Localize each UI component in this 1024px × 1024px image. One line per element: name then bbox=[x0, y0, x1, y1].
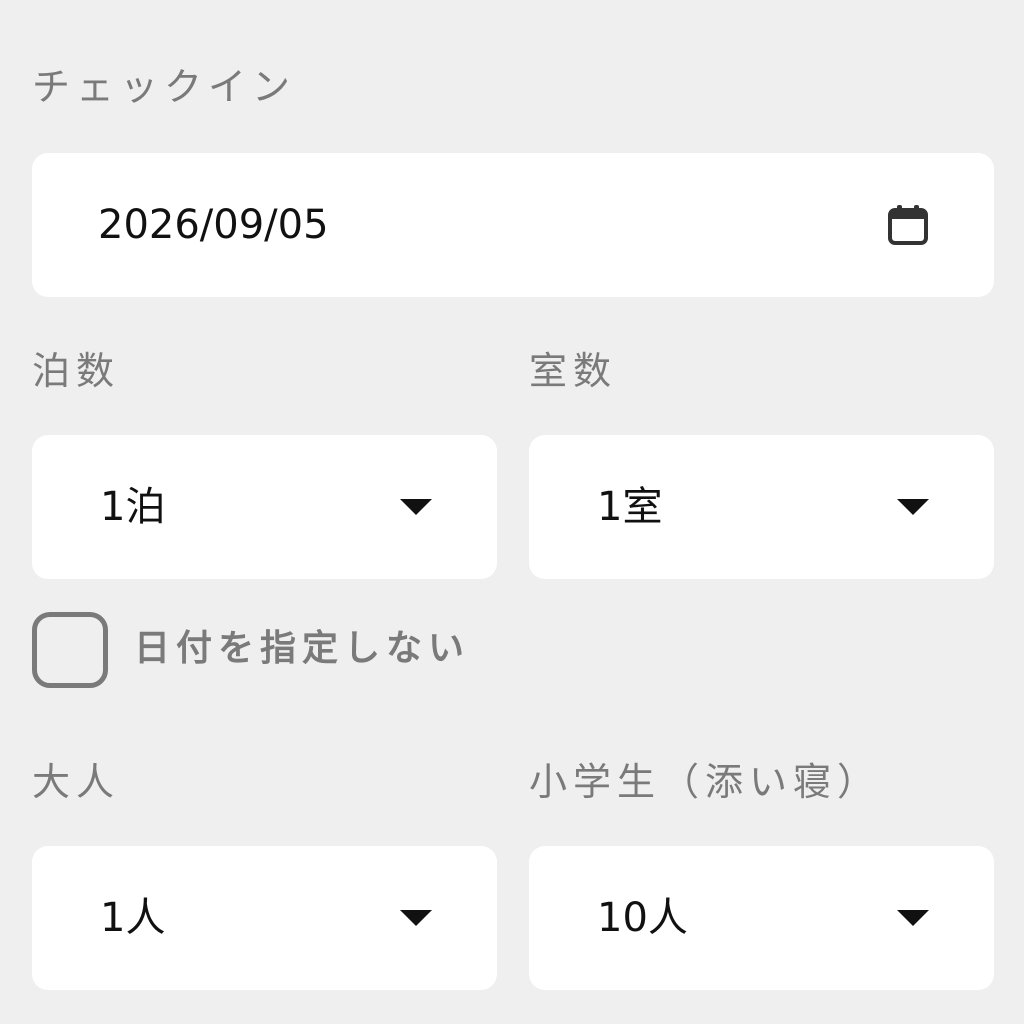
children-select[interactable]: 10人 bbox=[529, 846, 994, 990]
nights-selected-value: 1泊 bbox=[100, 484, 166, 530]
nights-select[interactable]: 1泊 bbox=[32, 435, 497, 579]
checkin-label: チェックイン bbox=[32, 65, 297, 109]
adults-label: 大人 bbox=[32, 760, 121, 804]
chevron-down-icon bbox=[897, 910, 929, 926]
rooms-select[interactable]: 1室 bbox=[529, 435, 994, 579]
checkin-date-field[interactable]: 2026/09/05 bbox=[32, 153, 994, 297]
adults-selected-value: 1人 bbox=[100, 895, 166, 941]
checkin-date-value: 2026/09/05 bbox=[98, 202, 329, 248]
adults-select[interactable]: 1人 bbox=[32, 846, 497, 990]
booking-form: チェックイン 2026/09/05 泊数 1泊 室数 1室 日付を指定しない 大… bbox=[0, 0, 1024, 1024]
no-date-checkbox[interactable] bbox=[32, 612, 108, 688]
chevron-down-icon bbox=[897, 499, 929, 515]
rooms-selected-value: 1室 bbox=[597, 484, 663, 530]
calendar-icon[interactable] bbox=[886, 203, 930, 247]
chevron-down-icon bbox=[400, 910, 432, 926]
nights-label: 泊数 bbox=[32, 349, 121, 393]
no-date-checkbox-label[interactable]: 日付を指定しない bbox=[134, 631, 470, 667]
chevron-down-icon bbox=[400, 499, 432, 515]
rooms-label: 室数 bbox=[529, 349, 618, 393]
children-selected-value: 10人 bbox=[597, 895, 688, 941]
children-label: 小学生（添い寝） bbox=[529, 760, 882, 804]
